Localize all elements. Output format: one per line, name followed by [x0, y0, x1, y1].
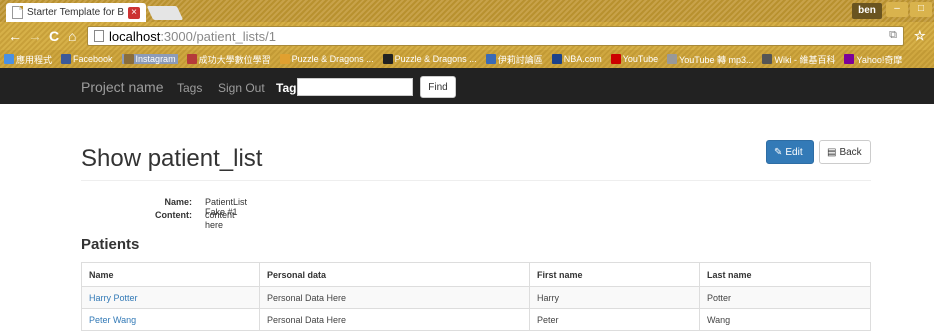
- bookmark-label: 成功大學數位學習: [198, 54, 271, 65]
- new-tab-button[interactable]: [146, 6, 184, 20]
- forward-arrow-icon[interactable]: →: [28, 28, 42, 44]
- back-label: Back: [839, 146, 862, 158]
- table-cell: Harry Potter: [81, 286, 260, 309]
- edit-button[interactable]: ✎ Edit: [766, 140, 814, 164]
- bookmark-icon: [667, 54, 678, 64]
- bookmark-item[interactable]: 伊莉討論區: [485, 53, 543, 66]
- patient-name-link[interactable]: Harry Potter: [89, 293, 138, 303]
- column-header: Last name: [699, 262, 871, 287]
- bookmark-icon: [382, 54, 393, 64]
- bookmark-item[interactable]: Facebook: [61, 54, 113, 64]
- table-cell: Harry: [529, 286, 700, 309]
- table-row: Peter Wang Personal Data Here Peter Wang: [81, 308, 871, 331]
- brand-link[interactable]: Project name: [81, 79, 163, 95]
- nav-link-sign-out[interactable]: Sign Out: [218, 81, 265, 95]
- url-host: localhost: [109, 28, 161, 44]
- bookmark-icon: [186, 54, 197, 64]
- bookmark-item[interactable]: NBA.com: [551, 54, 602, 64]
- column-header: Name: [81, 262, 260, 287]
- bookmark-label: 伊莉討論區: [497, 54, 543, 65]
- patients-table: Name Personal data First name Last name …: [81, 262, 871, 331]
- content-label: Content:: [155, 210, 192, 220]
- bookmark-item[interactable]: Puzzle & Dragons ...: [279, 54, 374, 64]
- bookmark-item[interactable]: YouTube: [610, 54, 659, 64]
- bookmark-label: Puzzle & Dragons ...: [291, 54, 374, 64]
- bookmark-label: Puzzle & Dragons ...: [394, 54, 477, 64]
- bookmark-label: Instagram: [135, 54, 176, 64]
- table-cell: Peter: [529, 308, 700, 331]
- bookmark-item[interactable]: 應用程式: [4, 53, 52, 66]
- bookmark-label: Facebook: [73, 54, 113, 64]
- table-header-row: Name Personal data First name Last name: [81, 262, 871, 287]
- bookmark-icon: [485, 54, 496, 64]
- divider: [81, 180, 871, 181]
- table-row: Harry Potter Personal Data Here Harry Po…: [81, 286, 871, 309]
- table-cell: Personal Data Here: [259, 286, 530, 309]
- table-cell: Wang: [699, 308, 871, 331]
- bookmark-icon: [279, 54, 290, 64]
- bookmark-icon: [551, 54, 562, 64]
- browser-titlebar: Starter Template for Bo × ben – □: [0, 0, 934, 22]
- maximize-button[interactable]: □: [910, 2, 932, 17]
- browser-tab[interactable]: Starter Template for Bo ×: [6, 3, 146, 22]
- url-path: :3000/patient_lists/1: [160, 28, 276, 44]
- page-title: Show patient_list: [81, 145, 263, 172]
- bookmark-label: NBA.com: [563, 54, 602, 64]
- reload-icon[interactable]: C: [49, 28, 59, 44]
- profile-badge[interactable]: ben: [852, 3, 882, 19]
- table-cell: Peter Wang: [81, 308, 260, 331]
- close-tab-icon[interactable]: ×: [128, 6, 140, 19]
- tag-search-input[interactable]: [297, 78, 413, 96]
- minimize-button[interactable]: –: [886, 2, 908, 17]
- bookmark-label: Yahoo!奇摩: [856, 54, 903, 65]
- column-header: First name: [529, 262, 700, 287]
- page-icon: [94, 30, 104, 42]
- bookmark-item[interactable]: 成功大學數位學習: [186, 53, 271, 66]
- bookmark-icon: [844, 54, 855, 64]
- pencil-icon: ✎: [774, 146, 783, 158]
- tag-label: Tag: [276, 81, 297, 95]
- translate-icon[interactable]: ⧉: [889, 29, 897, 42]
- bookmark-icon: [4, 54, 14, 64]
- browser-toolbar: ← → C ⌂ localhost:3000/patient_lists/1 ⧉…: [0, 22, 934, 50]
- page-icon: [12, 6, 23, 19]
- bookmark-label: YouTube: [622, 54, 659, 64]
- table-cell: Potter: [699, 286, 871, 309]
- patient-name-link[interactable]: Peter Wang: [89, 315, 136, 325]
- bookmark-label: YouTube 轉 mp3...: [679, 54, 754, 65]
- home-icon[interactable]: ⌂: [68, 28, 76, 44]
- back-arrow-icon[interactable]: ←: [8, 28, 22, 44]
- bookmark-star-icon[interactable]: ☆: [914, 28, 926, 44]
- bookmark-label: 應用程式: [16, 54, 53, 65]
- bookmark-icon: [123, 54, 134, 64]
- back-button[interactable]: ▤ Back: [819, 140, 871, 164]
- table-cell: Personal Data Here: [259, 308, 530, 331]
- bookmark-item[interactable]: YouTube 轉 mp3...: [667, 53, 753, 66]
- bookmark-item[interactable]: Wiki - 維基百科: [762, 53, 835, 66]
- nav-link-tags[interactable]: Tags: [177, 81, 202, 95]
- name-label: Name:: [164, 197, 192, 207]
- bookmark-item[interactable]: Instagram: [121, 54, 178, 64]
- bookmark-icon: [61, 54, 72, 64]
- bookmarks-bar: 應用程式 Facebook Instagram 成功大學數位學習 Puzzle & Dr…: [0, 50, 934, 68]
- content-value: content here: [205, 210, 235, 230]
- list-icon: ▤: [827, 146, 837, 158]
- bookmark-icon: [762, 54, 773, 64]
- bookmark-label: Wiki - 維基百科: [774, 54, 836, 65]
- bookmark-item[interactable]: Yahoo!奇摩: [844, 53, 902, 66]
- column-header: Personal data: [259, 262, 530, 287]
- find-button[interactable]: Find: [420, 76, 456, 98]
- top-navbar: Project name Tags Sign Out Tag Find: [0, 68, 934, 104]
- address-bar[interactable]: localhost:3000/patient_lists/1 ⧉: [87, 26, 904, 46]
- patients-heading: Patients: [81, 236, 140, 253]
- bookmark-icon: [610, 54, 621, 64]
- bookmark-item[interactable]: Puzzle & Dragons ...: [382, 54, 477, 64]
- edit-label: Edit: [785, 146, 803, 158]
- tab-title: Starter Template for Bo: [27, 7, 124, 18]
